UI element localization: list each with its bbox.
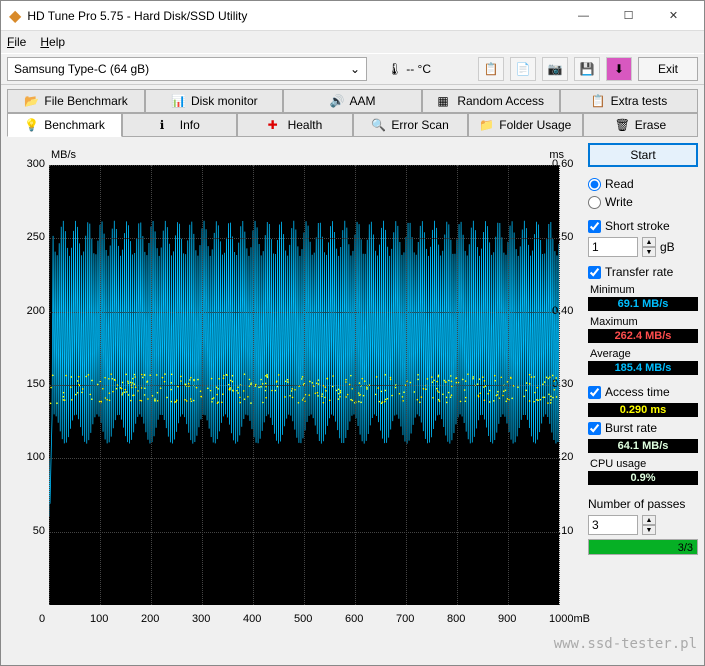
exit-button[interactable]: Exit	[638, 57, 698, 81]
titlebar: ◆ HD Tune Pro 5.75 - Hard Disk/SSD Utili…	[1, 1, 704, 31]
menubar: File Help	[1, 31, 704, 53]
info-icon: ℹ	[160, 118, 174, 132]
stat-access: 0.290 ms	[588, 403, 698, 417]
progress-bar: 3/3	[588, 539, 698, 555]
error-scan-icon: 🔍	[371, 118, 385, 132]
tab-erase[interactable]: 🗑Erase	[583, 113, 698, 137]
speaker-icon: 🔊	[330, 94, 344, 108]
write-radio[interactable]: Write	[588, 195, 698, 209]
random-access-icon: ▦	[437, 94, 451, 108]
content-area: MB/s ms 50100150200250300 0.100.200.300.…	[1, 137, 704, 665]
tab-file-benchmark[interactable]: 📂File Benchmark	[7, 89, 145, 113]
start-button[interactable]: Start	[588, 143, 698, 167]
menu-file[interactable]: File	[7, 35, 26, 49]
tab-extra-tests[interactable]: 📋Extra tests	[560, 89, 698, 113]
toolbar: Samsung Type-C (64 gB) ⌄ 🌡 -- °C 📋 📄 📷 💾…	[1, 53, 704, 85]
tab-error-scan[interactable]: 🔍Error Scan	[353, 113, 468, 137]
device-select-value: Samsung Type-C (64 gB)	[14, 62, 149, 76]
app-icon: ◆	[9, 6, 21, 26]
stat-average: Average185.4 MB/s	[588, 347, 698, 375]
passes-input[interactable]	[588, 515, 638, 535]
stat-cpu: CPU usage0.9%	[588, 457, 698, 485]
benchmark-chart: MB/s ms 50100150200250300 0.100.200.300.…	[7, 143, 582, 633]
benchmark-icon: 💡	[24, 118, 38, 132]
short-stroke-spinner[interactable]: ▲▼	[642, 237, 656, 257]
erase-icon: 🗑	[615, 118, 629, 132]
transfer-rate-check[interactable]: Transfer rate	[588, 265, 698, 279]
tab-info[interactable]: ℹInfo	[122, 113, 237, 137]
stat-minimum: Minimum69.1 MB/s	[588, 283, 698, 311]
passes-label: Number of passes	[588, 497, 698, 511]
temperature-display: 🌡 -- °C	[387, 62, 431, 76]
screenshot-button[interactable]: 📷	[542, 57, 568, 81]
tab-random-access[interactable]: ▦Random Access	[422, 89, 560, 113]
minimize-button[interactable]: —	[561, 2, 606, 30]
chevron-down-icon: ⌄	[350, 62, 360, 76]
passes-spinner[interactable]: ▲▼	[642, 515, 656, 535]
device-select[interactable]: Samsung Type-C (64 gB) ⌄	[7, 57, 367, 81]
tabs-row-top: 📂File Benchmark 📊Disk monitor 🔊AAM ▦Rand…	[7, 89, 698, 113]
tab-aam[interactable]: 🔊AAM	[283, 89, 421, 113]
burst-rate-check[interactable]: Burst rate	[588, 421, 698, 435]
copy-info-button[interactable]: 📋	[478, 57, 504, 81]
temperature-value: -- °C	[406, 62, 431, 76]
extra-tests-icon: 📋	[591, 94, 605, 108]
folder-usage-icon: 📁	[479, 118, 493, 132]
stat-maximum: Maximum262.4 MB/s	[588, 315, 698, 343]
progress-text: 3/3	[678, 540, 693, 556]
y1-axis-label: MB/s	[51, 149, 76, 161]
tab-folder-usage[interactable]: 📁Folder Usage	[468, 113, 583, 137]
close-button[interactable]: ✕	[651, 2, 696, 30]
short-stroke-field: ▲▼ gB	[588, 237, 698, 257]
save-button[interactable]: 💾	[574, 57, 600, 81]
read-radio[interactable]: Read	[588, 177, 698, 191]
menu-help[interactable]: Help	[40, 35, 65, 49]
maximize-button[interactable]: ☐	[606, 2, 651, 30]
file-benchmark-icon: 📂	[24, 94, 38, 108]
options-button[interactable]: ⬇	[606, 57, 632, 81]
short-stroke-check[interactable]: Short stroke	[588, 219, 698, 233]
thermometer-icon: 🌡	[387, 62, 402, 76]
access-time-check[interactable]: Access time	[588, 385, 698, 399]
tab-disk-monitor[interactable]: 📊Disk monitor	[145, 89, 283, 113]
sidebar: Start Read Write Short stroke ▲▼ gB Tran…	[588, 143, 698, 659]
tabs-container: 📂File Benchmark 📊Disk monitor 🔊AAM ▦Rand…	[1, 85, 704, 137]
tabs-row-bottom: 💡Benchmark ℹInfo ✚Health 🔍Error Scan 📁Fo…	[7, 113, 698, 137]
tab-benchmark[interactable]: 💡Benchmark	[7, 113, 122, 137]
tab-health[interactable]: ✚Health	[237, 113, 352, 137]
passes-field: ▲▼	[588, 515, 698, 535]
disk-monitor-icon: 📊	[171, 94, 185, 108]
short-stroke-input[interactable]	[588, 237, 638, 257]
copy-screenshot-button[interactable]: 📄	[510, 57, 536, 81]
window-title: HD Tune Pro 5.75 - Hard Disk/SSD Utility	[27, 9, 561, 23]
health-icon: ✚	[268, 118, 282, 132]
stat-burst: 64.1 MB/s	[588, 439, 698, 453]
